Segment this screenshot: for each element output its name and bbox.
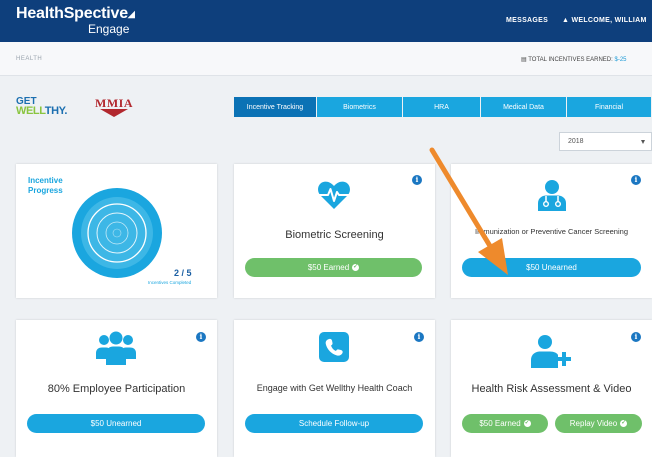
- progress-subtext: Incentives Completed: [148, 280, 192, 285]
- total-incentives: ▤ TOTAL INCENTIVES EARNED: $-25: [521, 56, 627, 63]
- employee-participation-card: i 80% Employee Participation $50 Unearne…: [16, 320, 217, 457]
- check-icon: ✓: [352, 264, 360, 271]
- health-coach-title: Engage with Get Wellthy Health Coach: [256, 383, 413, 393]
- heart-pulse-icon: [318, 181, 350, 209]
- info-icon[interactable]: i: [414, 332, 424, 342]
- year-select-value: 2018: [568, 138, 584, 145]
- total-incentives-label: TOTAL INCENTIVES EARNED:: [528, 57, 613, 63]
- mmia-logo-chevron: [100, 109, 128, 117]
- progress-title: Incentive Progress: [28, 176, 63, 196]
- health-coach-card: i Engage with Get Wellthy Health Coach S…: [234, 320, 435, 457]
- total-incentives-amount: $-25: [614, 57, 627, 63]
- doctor-icon: [538, 180, 566, 211]
- breadcrumb[interactable]: HEALTH: [16, 56, 42, 62]
- user-icon: ▲: [562, 17, 570, 24]
- brand-name: HealthSpective: [16, 5, 128, 22]
- incentive-progress-card: Incentive Progress 2 / 5 Incentives Comp…: [16, 164, 217, 298]
- check-icon: ✓: [620, 420, 628, 427]
- participation-unearned-button[interactable]: $50 Unearned: [27, 414, 205, 433]
- group-icon: [96, 331, 136, 365]
- progress-count: 2 / 5: [174, 268, 192, 278]
- get-wellthy-logo: GET WELLTHY.: [16, 97, 67, 117]
- user-add-icon: [531, 335, 571, 368]
- year-select[interactable]: 2018: [559, 132, 652, 151]
- hra-title: Health Risk Assessment & Video: [471, 383, 632, 395]
- sub-header: HEALTH ▤ TOTAL INCENTIVES EARNED: $-25: [0, 42, 652, 76]
- replay-video-button[interactable]: Replay Video ✓: [555, 414, 642, 433]
- biometric-screening-card: i Biometric Screening $50 Earned ✓: [234, 164, 435, 298]
- hra-card: i Health Risk Assessment & Video $50 Ear…: [451, 320, 652, 457]
- tab-financial[interactable]: Financial: [567, 97, 652, 117]
- tab-biometrics[interactable]: Biometrics: [317, 97, 403, 117]
- messages-link[interactable]: MESSAGES: [506, 17, 548, 24]
- info-icon[interactable]: i: [631, 175, 641, 185]
- biometric-earned-button[interactable]: $50 Earned ✓: [245, 258, 422, 277]
- replay-video-label: Replay Video: [569, 419, 618, 428]
- brand-subtitle: Engage: [88, 22, 130, 36]
- schedule-follow-up-button[interactable]: Schedule Follow-up: [245, 414, 423, 433]
- biometric-screening-title: Biometric Screening: [285, 229, 384, 241]
- top-navigation-bar: HealthSpective◢ Engage MESSAGES ▲ WELCOM…: [0, 0, 652, 42]
- check-icon: ✓: [523, 420, 531, 427]
- phone-icon: [319, 332, 349, 362]
- immunization-unearned-button[interactable]: $50 Unearned: [462, 258, 641, 277]
- progress-title-line1: Incentive: [28, 176, 63, 185]
- immunization-title: Immunization or Preventive Cancer Screen…: [475, 227, 628, 236]
- logo-thy-text: THY.: [44, 105, 68, 117]
- info-icon[interactable]: i: [412, 175, 422, 185]
- logo-well-text: WELL: [16, 105, 45, 117]
- welcome-label: WELCOME, WILLIAM: [571, 17, 647, 24]
- immunization-card: i Immunization or Preventive Cancer Scre…: [451, 164, 652, 298]
- hra-earned-label: $50 Earned: [479, 419, 521, 428]
- wallet-icon: ▤: [521, 57, 527, 63]
- mmia-logo-text: MMIA: [95, 96, 133, 110]
- tab-hra[interactable]: HRA: [403, 97, 481, 117]
- progress-title-line2: Progress: [28, 186, 63, 195]
- chevron-down-icon: [641, 140, 645, 144]
- mmia-logo: MMIA: [91, 97, 137, 121]
- info-icon[interactable]: i: [631, 332, 641, 342]
- tab-incentive-tracking[interactable]: Incentive Tracking: [234, 97, 317, 117]
- app-logo[interactable]: HealthSpective◢ Engage: [16, 5, 135, 36]
- tab-medical-data[interactable]: Medical Data: [481, 97, 567, 117]
- progress-ring-chart: [72, 188, 162, 278]
- hra-earned-button[interactable]: $50 Earned ✓: [462, 414, 548, 433]
- info-icon[interactable]: i: [196, 332, 206, 342]
- biometric-earned-label: $50 Earned: [307, 263, 350, 272]
- user-menu[interactable]: ▲ WELCOME, WILLIAM: [562, 17, 652, 24]
- section-tabs: Incentive Tracking Biometrics HRA Medica…: [234, 97, 652, 117]
- employee-participation-title: 80% Employee Participation: [47, 383, 186, 395]
